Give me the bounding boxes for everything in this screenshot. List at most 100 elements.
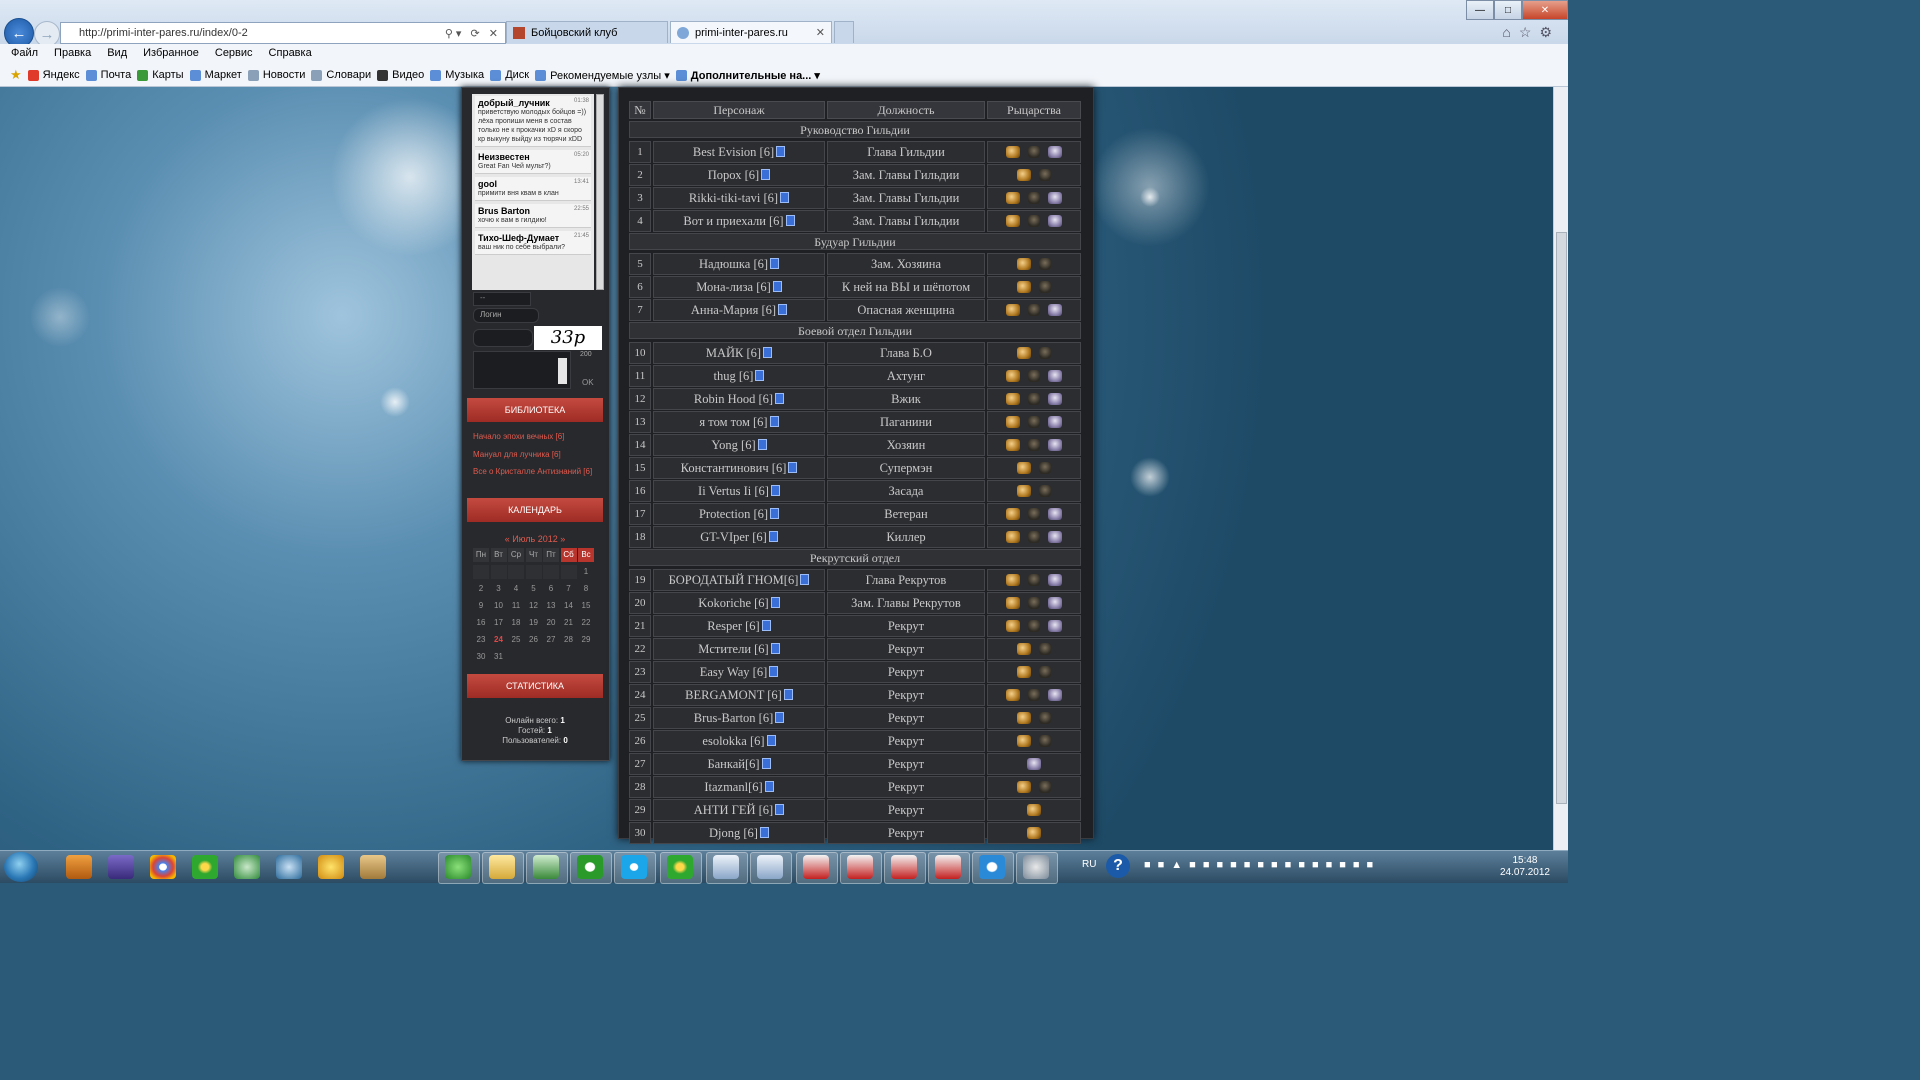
character-link[interactable]: Мона-лиза [6] xyxy=(696,280,771,294)
chat-scrollbar[interactable] xyxy=(596,94,604,290)
calendar-day[interactable]: 8 xyxy=(578,582,594,596)
character-info-icon[interactable] xyxy=(785,215,795,226)
character-link[interactable]: МАЙК [6] xyxy=(706,346,761,360)
calendar-day[interactable]: 9 xyxy=(473,599,489,613)
visual-studio-icon[interactable] xyxy=(108,855,134,879)
maximize-button[interactable]: □ xyxy=(1494,0,1522,20)
character-link[interactable]: Best Evision [6] xyxy=(693,145,774,159)
character-info-icon[interactable] xyxy=(783,689,793,700)
character-info-icon[interactable] xyxy=(775,804,785,815)
character-info-icon[interactable] xyxy=(776,146,786,157)
taskbar-clock[interactable]: 15:48 24.07.2012 xyxy=(1500,855,1550,879)
calendar-day[interactable]: 4 xyxy=(508,582,524,596)
minimize-button[interactable]: — xyxy=(1466,0,1494,20)
character-link[interactable]: esolokka [6] xyxy=(702,734,764,748)
captcha-input[interactable] xyxy=(473,329,533,347)
calendar-day[interactable]: 1 xyxy=(578,565,594,579)
start-button[interactable] xyxy=(4,852,38,882)
fav-recommended[interactable]: Рекомендуемые узлы ▾ xyxy=(535,69,670,82)
tab-close-icon[interactable]: ✕ xyxy=(816,26,825,39)
chat-send-button[interactable]: OK xyxy=(582,378,594,387)
character-info-icon[interactable] xyxy=(757,439,767,450)
smile-select[interactable]: -- xyxy=(473,292,531,306)
character-link[interactable]: Easy Way [6] xyxy=(700,665,768,679)
character-link[interactable]: Kokoriche [6] xyxy=(698,596,768,610)
calendar-month-nav[interactable]: « Июль 2012 » xyxy=(467,534,603,544)
character-link[interactable]: BERGAMONT [6] xyxy=(685,688,782,702)
fav-disk[interactable]: Диск xyxy=(490,69,529,81)
character-link[interactable]: GT-VIper [6] xyxy=(700,530,767,544)
calendar-day[interactable]: 6 xyxy=(543,582,559,596)
icq-icon[interactable] xyxy=(192,855,218,879)
calendar-day[interactable]: 12 xyxy=(526,599,542,613)
calendar-day[interactable]: 19 xyxy=(526,616,542,630)
character-link[interactable]: Protection [6] xyxy=(699,507,768,521)
character-info-icon[interactable] xyxy=(770,258,780,269)
favorites-star-icon[interactable]: ☆ xyxy=(1519,24,1540,40)
character-info-icon[interactable] xyxy=(770,485,780,496)
character-info-icon[interactable] xyxy=(775,712,785,723)
character-link[interactable]: я том том [6] xyxy=(699,415,767,429)
calendar-day[interactable]: 11 xyxy=(508,599,524,613)
add-favorites-star-icon[interactable]: ★ xyxy=(10,67,22,83)
fav-music[interactable]: Музыка xyxy=(430,69,484,81)
character-info-icon[interactable] xyxy=(788,462,798,473)
tab-fight-club[interactable]: Бойцовский клуб xyxy=(506,21,668,43)
character-link[interactable]: Djong [6] xyxy=(709,826,758,840)
login-input[interactable]: Логин xyxy=(473,308,539,323)
character-link[interactable]: Мстители [6] xyxy=(698,642,768,656)
character-link[interactable]: Itazmanl[6] xyxy=(704,780,762,794)
warning-app-icon[interactable] xyxy=(318,855,344,879)
chat-message-input[interactable] xyxy=(473,351,571,389)
tab-primi-inter-pares[interactable]: primi-inter-pares.ru ✕ xyxy=(670,21,832,43)
calendar-day[interactable]: 13 xyxy=(543,599,559,613)
fav-news[interactable]: Новости xyxy=(247,69,305,81)
character-info-icon[interactable] xyxy=(763,347,773,358)
menu-favorites[interactable]: Избранное xyxy=(132,44,204,59)
calendar-day[interactable]: 28 xyxy=(561,633,577,647)
menu-file[interactable]: Файл xyxy=(0,44,43,59)
calendar-day[interactable]: 18 xyxy=(508,616,524,630)
home-icon[interactable]: ⌂ xyxy=(1502,24,1518,40)
scrollbar-thumb[interactable] xyxy=(1556,232,1567,804)
app-icon[interactable] xyxy=(234,855,260,879)
library-link[interactable]: Мануал для лучника [6] xyxy=(473,450,603,460)
library-link[interactable]: Все о Кристалле Антизнаний [6] xyxy=(473,467,603,477)
calendar-day[interactable]: 7 xyxy=(561,582,577,596)
fav-more[interactable]: Дополнительные на... ▾ xyxy=(675,69,820,82)
fav-dictionaries[interactable]: Словари xyxy=(311,69,371,81)
calendar-day[interactable]: 10 xyxy=(491,599,507,613)
calendar-day[interactable]: 15 xyxy=(578,599,594,613)
character-info-icon[interactable] xyxy=(800,574,810,585)
character-link[interactable]: Robin Hood [6] xyxy=(694,392,773,406)
character-info-icon[interactable] xyxy=(761,169,771,180)
calendar-day[interactable]: 30 xyxy=(473,650,489,664)
character-link[interactable]: Банкай[6] xyxy=(707,757,759,771)
menu-edit[interactable]: Правка xyxy=(43,44,96,59)
character-info-icon[interactable] xyxy=(769,416,779,427)
menu-tools[interactable]: Сервис xyxy=(204,44,258,59)
calendar-day[interactable]: 24 xyxy=(491,633,507,647)
character-link[interactable]: Resper [6] xyxy=(707,619,759,633)
character-info-icon[interactable] xyxy=(761,620,771,631)
character-info-icon[interactable] xyxy=(770,597,780,608)
character-link[interactable]: Ii Vertus Ii [6] xyxy=(698,484,769,498)
character-info-icon[interactable] xyxy=(766,735,776,746)
chrome-icon[interactable] xyxy=(150,855,176,879)
character-info-icon[interactable] xyxy=(780,192,790,203)
fav-yandex[interactable]: Яндекс xyxy=(27,69,80,81)
calendar-day[interactable]: 27 xyxy=(543,633,559,647)
close-window-button[interactable]: ✕ xyxy=(1522,0,1568,20)
character-info-icon[interactable] xyxy=(770,643,780,654)
calendar-day[interactable]: 2 xyxy=(473,582,489,596)
character-link[interactable]: Rikki-tiki-tavi [6] xyxy=(689,191,778,205)
page-scrollbar[interactable] xyxy=(1553,87,1568,850)
calendar-day[interactable]: 21 xyxy=(561,616,577,630)
library-link[interactable]: Начало эпохи вечных [6] xyxy=(473,432,603,442)
new-tab-button[interactable] xyxy=(834,21,854,43)
character-info-icon[interactable] xyxy=(755,370,765,381)
character-info-icon[interactable] xyxy=(769,666,779,677)
character-link[interactable]: БОРОДАТЫЙ ГНОМ[6] xyxy=(669,573,799,587)
calendar-day[interactable]: 17 xyxy=(491,616,507,630)
character-link[interactable]: Порох [6] xyxy=(708,168,759,182)
